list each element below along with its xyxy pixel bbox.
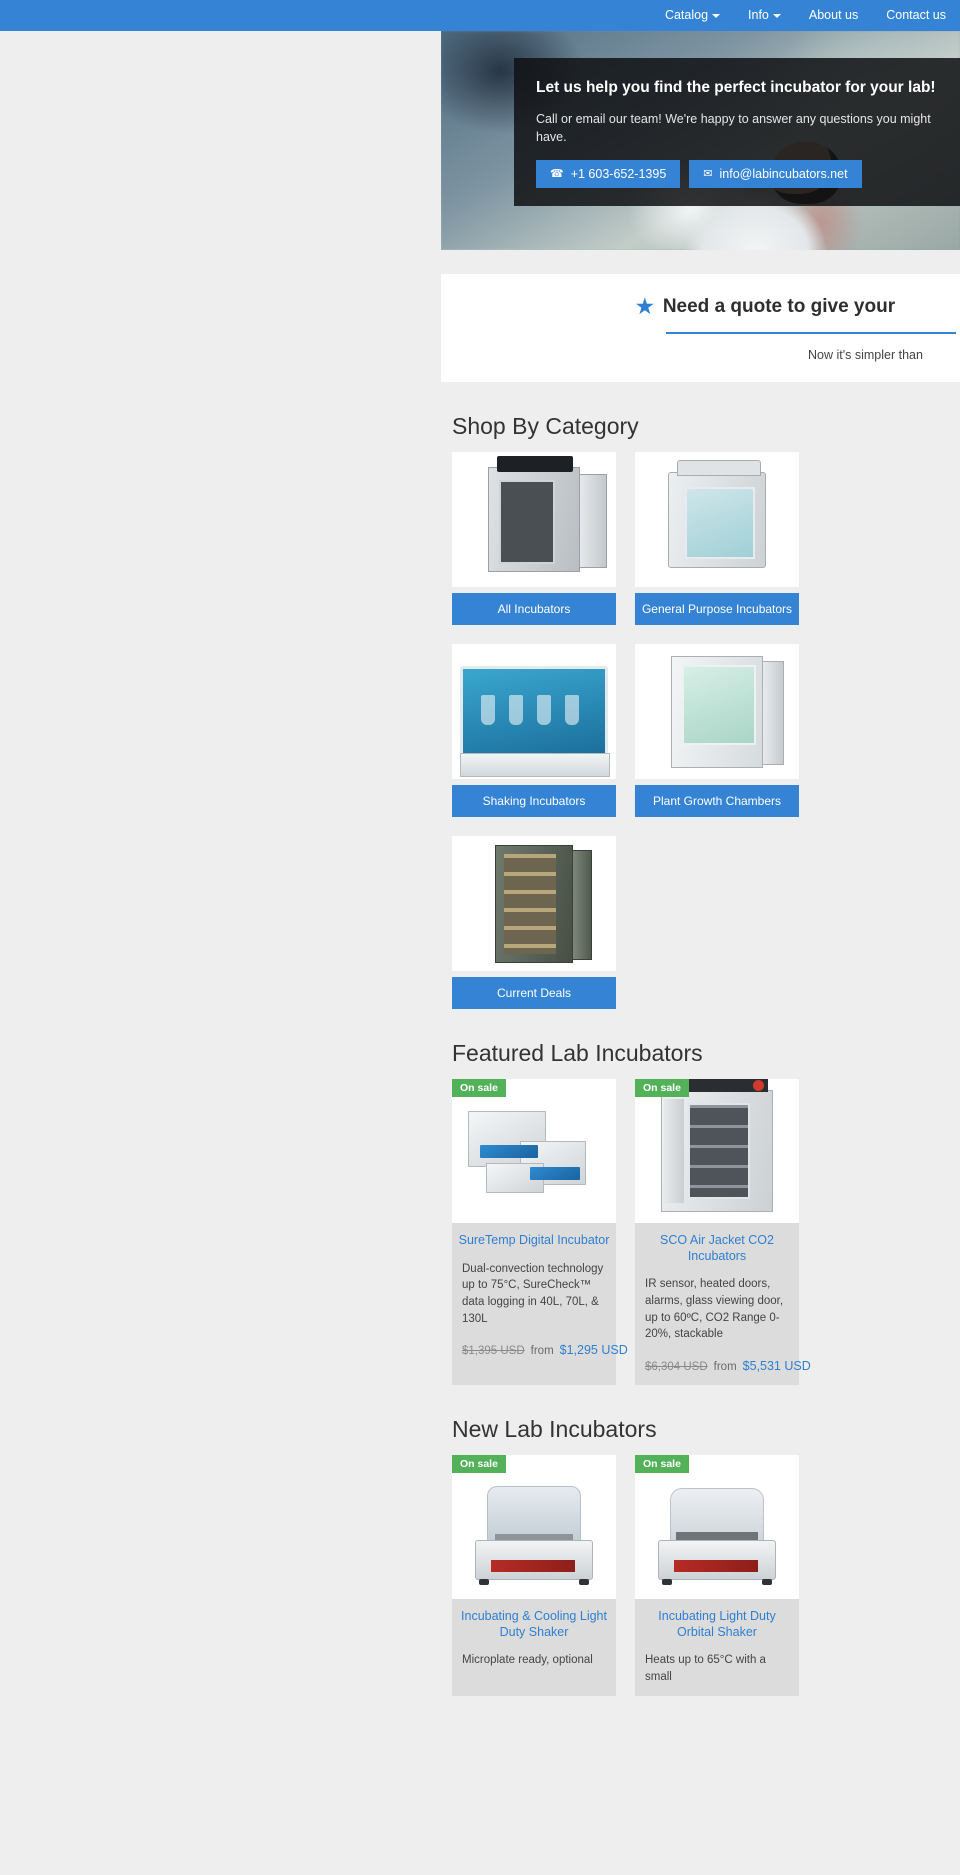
hero-banner: Let us help you find the perfect incubat… [441, 31, 960, 250]
chevron-down-icon [712, 13, 721, 18]
nav-item-contact-us[interactable]: Contact us [872, 0, 960, 31]
category-card-all-incubators[interactable]: All Incubators [452, 452, 616, 625]
product-price-row: $1,395 USD from $1,295 USD [452, 1337, 628, 1369]
suretemp-illustration [468, 1111, 600, 1193]
category-image [452, 836, 616, 971]
product-sale-price: $5,531 USD [742, 1358, 811, 1373]
deals-illustration [495, 844, 592, 963]
product-image: On sale [452, 1454, 616, 1599]
co2-incubator-illustration [661, 1079, 773, 1212]
category-grid: All Incubators General Purpose Incubator… [452, 452, 960, 1009]
category-card-plant-growth-chambers[interactable]: Plant Growth Chambers [635, 644, 799, 817]
phone-icon: ☎ [550, 167, 564, 180]
quote-heading-row: ★ Need a quote to give your [441, 296, 960, 318]
shaker-illustration [460, 665, 610, 777]
category-label[interactable]: All Incubators [452, 593, 616, 625]
email-button[interactable]: ✉ info@labincubators.net [689, 160, 862, 189]
product-card[interactable]: On sale SCO Air Jacket CO2 Incubators IR… [635, 1079, 811, 1385]
category-label[interactable]: General Purpose Incubators [635, 593, 799, 625]
orbital-shaker-illustration [652, 1474, 782, 1585]
envelope-icon: ✉ [703, 167, 713, 180]
incubator-illustration [488, 456, 607, 572]
category-image [635, 644, 799, 779]
growth-chamber-illustration [671, 655, 784, 768]
new-product-grid: On sale Incubating & Cooling Light Duty … [452, 1454, 960, 1696]
main-content-column: Let us help you find the perfect incubat… [441, 31, 960, 1696]
email-button-label: info@labincubators.net [719, 167, 848, 182]
nav-item-about-us[interactable]: About us [795, 0, 872, 31]
product-description: Heats up to 65°C with a small [645, 1654, 766, 1683]
product-image: On sale [635, 1079, 799, 1223]
product-description: Dual-convection technology up to 75°C, S… [462, 1262, 604, 1325]
quote-divider [666, 332, 956, 334]
chevron-down-icon [772, 13, 781, 18]
category-image [635, 452, 799, 587]
hero-subtitle: Call or email our team! We're happy to a… [536, 111, 931, 145]
category-card-general-purpose-incubators[interactable]: General Purpose Incubators [635, 452, 799, 625]
new-products-section-title: New Lab Incubators [452, 1415, 657, 1442]
status-badge: On sale [452, 1454, 506, 1473]
phone-button-label: +1 603-652-1395 [570, 167, 667, 182]
nav-item-info[interactable]: Info [734, 0, 795, 31]
product-image: On sale [452, 1079, 616, 1223]
category-image [452, 644, 616, 779]
nav-item-label: Info [748, 8, 769, 22]
category-label[interactable]: Shaking Incubators [452, 785, 616, 817]
product-description: Microplate ready, optional [462, 1654, 593, 1667]
featured-product-grid: On sale SureTemp Digital Incubator Dual-… [452, 1079, 960, 1385]
phone-button[interactable]: ☎ +1 603-652-1395 [536, 160, 681, 189]
product-sale-price: $1,295 USD [559, 1343, 628, 1358]
category-card-current-deals[interactable]: Current Deals [452, 836, 616, 1009]
product-card[interactable]: On sale Incubating & Cooling Light Duty … [452, 1454, 616, 1696]
page-root: Catalog Info About us Contact us Let us … [0, 0, 960, 1875]
status-badge: On sale [452, 1079, 506, 1097]
nav-items: Catalog Info About us Contact us [651, 0, 960, 31]
product-image: On sale [635, 1454, 799, 1599]
featured-section-title: Featured Lab Incubators [452, 1040, 703, 1066]
top-navigation-bar: Catalog Info About us Contact us [0, 0, 960, 31]
nav-item-label: Catalog [664, 8, 709, 22]
incubator-illustration [668, 459, 766, 568]
star-icon: ★ [635, 296, 654, 318]
product-original-price: $1,395 USD [462, 1345, 525, 1358]
category-card-shaking-incubators[interactable]: Shaking Incubators [452, 644, 616, 817]
product-title[interactable]: SureTemp Digital Incubator [452, 1223, 616, 1255]
quote-banner: ★ Need a quote to give your Now it's sim… [441, 274, 960, 382]
status-badge: On sale [635, 1454, 689, 1473]
category-image [452, 452, 616, 587]
hero-title: Let us help you find the perfect incubat… [536, 79, 936, 96]
hero-overlay-panel: Let us help you find the perfect incubat… [514, 58, 960, 207]
quote-heading: Need a quote to give your [662, 296, 896, 317]
product-title[interactable]: Incubating Light Duty Orbital Shaker [635, 1599, 799, 1646]
product-title[interactable]: SCO Air Jacket CO2 Incubators [635, 1223, 799, 1270]
product-price-row: $6,304 USD from $5,531 USD [635, 1353, 811, 1385]
quote-subtext: Now it's simpler than [808, 348, 923, 362]
category-label[interactable]: Current Deals [452, 977, 616, 1009]
product-description: IR sensor, heated doors, alarms, glass v… [645, 1278, 784, 1341]
product-card[interactable]: On sale Incubating Light Duty Orbital Sh… [635, 1454, 799, 1696]
product-title[interactable]: Incubating & Cooling Light Duty Shaker [452, 1599, 616, 1646]
nav-item-catalog[interactable]: Catalog [651, 0, 734, 31]
product-price-prefix: from [713, 1360, 737, 1373]
cooling-shaker-illustration [469, 1474, 599, 1585]
product-original-price: $6,304 USD [645, 1360, 708, 1373]
status-badge: On sale [635, 1079, 689, 1097]
category-label[interactable]: Plant Growth Chambers [635, 785, 799, 817]
product-price-prefix: from [530, 1345, 554, 1358]
product-card[interactable]: On sale SureTemp Digital Incubator Dual-… [452, 1079, 628, 1385]
hero-contact-buttons: ☎ +1 603-652-1395 ✉ info@labincubators.n… [536, 160, 941, 189]
shop-by-category-title: Shop By Category [452, 413, 639, 439]
